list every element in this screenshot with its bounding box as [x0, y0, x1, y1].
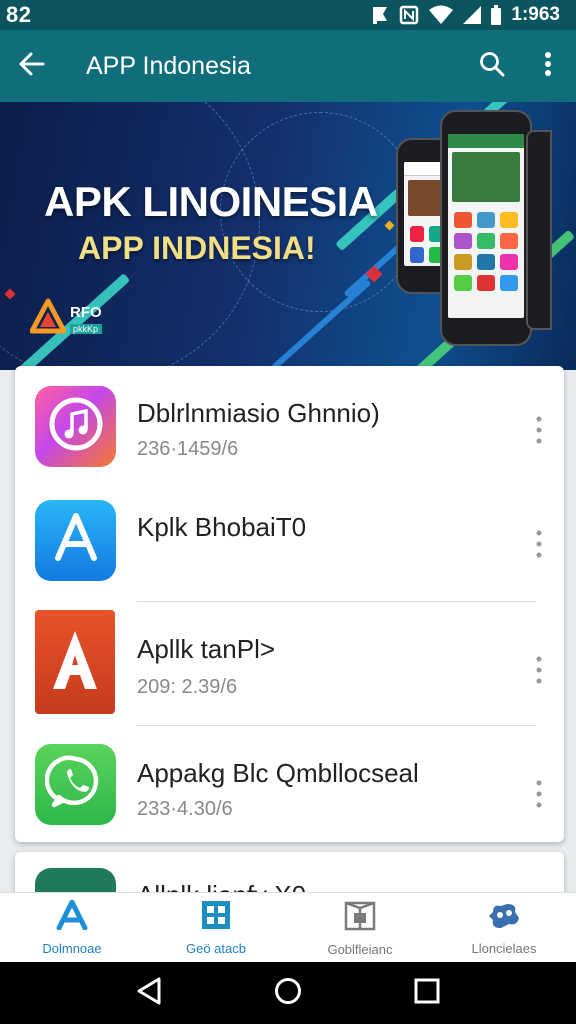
more-vert-icon: [536, 779, 542, 814]
notification-flag-icon: [371, 5, 389, 25]
list-item[interactable]: Apllk tanPl> 209: 2.39/6: [15, 602, 564, 720]
system-navigation-bar: [0, 962, 576, 1024]
phone-image: [526, 130, 552, 330]
app-list-card: Dblrlnmiasio Ghnnio) 236·1459/6 Kplk Bho…: [15, 366, 564, 842]
promo-banner[interactable]: APK LINOINESIA APP INDNESIA! RFO pkkKp: [0, 102, 576, 370]
bottom-navigation: Dolmnoae Geö atacb Goblfleianc Llonciela…: [0, 892, 576, 962]
nav-tab-label: Geö atacb: [186, 940, 246, 956]
nav-tab-games[interactable]: Lloncielaes: [432, 893, 576, 962]
app-icon: [35, 386, 116, 467]
phone-image: [440, 110, 532, 346]
puzzle-icon: [487, 900, 521, 935]
system-home-button[interactable]: [258, 963, 318, 1023]
list-item[interactable]: Kplk BhobaiT0: [15, 484, 564, 602]
app-meta: 236·1459/6: [137, 438, 239, 460]
banner-logo: RFO pkkKp: [29, 298, 102, 339]
nfc-icon: [399, 5, 419, 25]
page-title: APP Indonesia: [86, 51, 251, 80]
brand-triangle-icon: [29, 298, 67, 339]
nav-tab-apps[interactable]: Geö atacb: [144, 893, 288, 962]
app-icon: [35, 610, 115, 714]
battery-text: 1:963: [511, 4, 560, 25]
app-title: Appakg Blc Qmbllocseal: [137, 758, 419, 788]
status-bar: 82 1:963: [0, 0, 576, 30]
app-title: Apllk tanPl>: [137, 634, 276, 664]
system-recents-button[interactable]: [397, 963, 457, 1023]
wifi-icon: [429, 5, 454, 25]
more-vert-icon: [536, 415, 542, 450]
nav-tab-home[interactable]: Dolmnoae: [0, 893, 144, 962]
letter-a-icon: [43, 625, 107, 700]
music-note-icon: [46, 394, 106, 459]
item-more-button[interactable]: [524, 410, 554, 454]
search-button[interactable]: [464, 30, 520, 102]
more-vert-icon: [536, 529, 542, 564]
banner-logo-badge: pkkKp: [70, 323, 102, 334]
more-options-button[interactable]: [520, 30, 576, 102]
system-back-button[interactable]: [119, 963, 179, 1023]
banner-subtitle: APP INDNESIA!: [78, 230, 316, 266]
app-icon: [35, 500, 116, 581]
square-recents-icon: [414, 978, 440, 1009]
nav-tab-label: Dolmnoae: [42, 940, 102, 956]
store-a-icon: [55, 899, 89, 935]
more-vert-icon: [544, 51, 552, 82]
item-more-button[interactable]: [524, 524, 554, 568]
app-icon: [35, 744, 116, 825]
item-more-button[interactable]: [524, 650, 554, 694]
triangle-back-icon: [136, 977, 162, 1010]
nav-tab-label: Goblfleianc: [327, 941, 393, 957]
list-item[interactable]: Dblrlnmiasio Ghnnio) 236·1459/6: [15, 366, 564, 484]
app-title: Kplk BhobaiT0: [137, 512, 307, 542]
more-vert-icon: [536, 655, 542, 690]
status-icons: 1:963: [371, 4, 560, 26]
app-title: Dblrlnmiasio Ghnnio): [137, 398, 380, 428]
item-more-button[interactable]: [524, 774, 554, 818]
circle-home-icon: [274, 977, 302, 1010]
signal-icon: [463, 5, 482, 25]
whatsapp-phone-icon: [44, 751, 107, 818]
battery-icon: [491, 5, 502, 25]
grid-icon: [201, 900, 231, 935]
banner-logo-text: RFO: [70, 303, 102, 321]
search-icon: [479, 51, 505, 82]
back-arrow-icon: [19, 51, 45, 82]
app-store-a-icon: [46, 508, 106, 573]
book-icon: [344, 899, 376, 936]
app-bar: APP Indonesia: [0, 30, 576, 102]
nav-tab-books[interactable]: Goblfleianc: [288, 893, 432, 962]
nav-tab-label: Lloncielaes: [471, 940, 537, 956]
back-button[interactable]: [0, 30, 64, 102]
app-meta: 209: 2.39/6: [137, 676, 238, 698]
list-item[interactable]: Appakg Blc Qmbllocseal 233·4.30/6: [15, 726, 564, 844]
status-time: 82: [6, 2, 32, 27]
banner-title: APK LINOINESIA: [44, 178, 378, 225]
app-meta: 233·4.30/6: [137, 798, 233, 820]
